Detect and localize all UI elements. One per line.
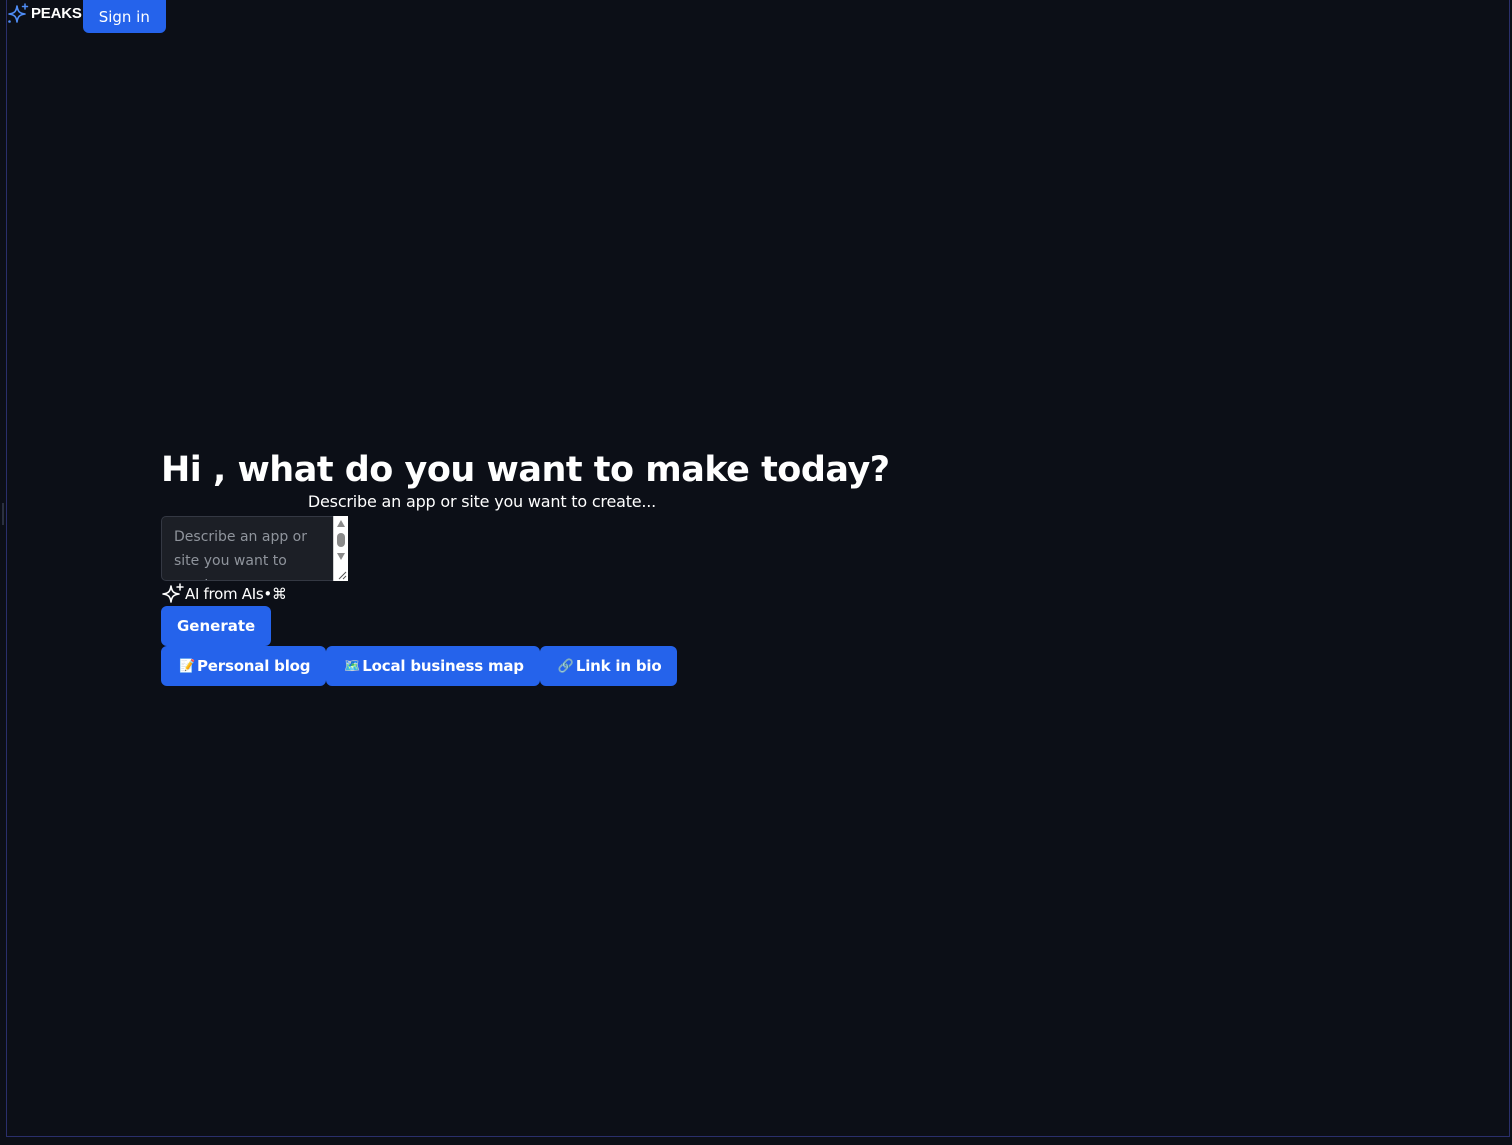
sign-in-button[interactable]: Sign in — [82, 0, 166, 33]
command-key-icon: ⌘ — [271, 585, 287, 603]
map-icon: 🗺️ — [344, 658, 361, 674]
prompt-box — [161, 516, 348, 581]
generate-button[interactable]: Generate — [161, 606, 272, 646]
suggestion-label: Personal blog — [197, 657, 311, 675]
scroll-up-arrow-icon[interactable] — [337, 520, 345, 527]
sparkle-icon — [161, 582, 185, 606]
scroll-down-arrow-icon[interactable] — [337, 553, 345, 560]
prompt-input[interactable] — [161, 516, 348, 581]
scroll-thumb[interactable] — [337, 533, 345, 547]
suggestion-personal-blog[interactable]: 📝 Personal blog — [161, 646, 327, 686]
resize-handle[interactable] — [2, 503, 4, 525]
suggestion-label: Local business map — [362, 657, 524, 675]
resize-grip-icon[interactable] — [337, 570, 347, 580]
ai-hint-separator: • — [263, 585, 272, 603]
suggestion-label: Link in bio — [575, 657, 662, 675]
link-icon: 🔗 — [557, 658, 574, 674]
page-title: Hi , what do you want to make today? — [161, 450, 890, 490]
suggestion-link-in-bio[interactable]: 🔗 Link in bio — [539, 646, 678, 686]
prompt-scrollbar[interactable] — [333, 516, 348, 581]
suggestion-local-business-map[interactable]: 🗺️ Local business map — [326, 646, 540, 686]
ai-hint: AI from AIs • ⌘ — [161, 582, 821, 606]
memo-icon: 📝 — [179, 658, 195, 674]
brand[interactable]: PEAKS — [6, 0, 82, 27]
ai-hint-label: AI from AIs — [185, 585, 264, 603]
main-content: Hi , what do you want to make today? Des… — [161, 448, 890, 686]
top-bar: PEAKS Sign in — [6, 0, 166, 33]
suggestion-list: 📝 Personal blog 🗺️ Local business map 🔗 … — [161, 646, 821, 686]
sparkle-icon — [6, 2, 30, 26]
brand-name: PEAKS — [31, 5, 82, 22]
prompt-label: Describe an app or site you want to crea… — [307, 492, 657, 511]
